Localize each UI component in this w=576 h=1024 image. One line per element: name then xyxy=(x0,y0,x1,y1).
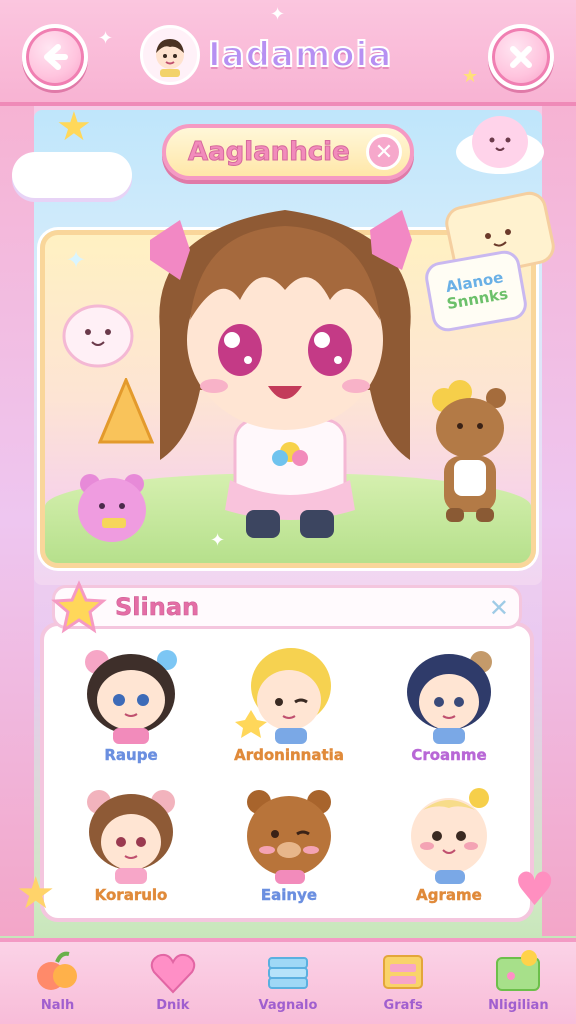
nav-item-nligilian[interactable]: Nligilian xyxy=(468,942,568,1024)
nav-item-dnik[interactable]: Dnik xyxy=(123,942,223,1024)
friend-name: Korarulo xyxy=(94,886,168,904)
friends-title: Slinan xyxy=(115,593,200,622)
cloud-decoration xyxy=(12,152,132,198)
blonde-boy-avatar-icon xyxy=(235,648,331,744)
friend-name: Croanme xyxy=(411,746,487,764)
friends-header: Slinan ✕ xyxy=(51,580,522,634)
friend-card[interactable]: Raupe xyxy=(56,640,206,780)
cloud-mascot-icon xyxy=(456,116,544,174)
nav-item-grafs[interactable]: Grafs xyxy=(353,942,453,1024)
friend-card[interactable]: Agrame xyxy=(374,780,524,920)
character-name: Aaglanhcie xyxy=(188,137,351,168)
fruit-icon xyxy=(36,951,77,990)
ghost-pet-icon xyxy=(62,304,134,368)
friend-card[interactable]: Croanme xyxy=(374,640,524,780)
bottom-nav: Nalh Dnik Vagnalo Grafs Nligilian xyxy=(0,938,576,1024)
friend-name: Eainye xyxy=(260,886,318,904)
nav-label: Grafs xyxy=(383,998,423,1013)
drawer-icon xyxy=(383,955,424,989)
close-button[interactable] xyxy=(488,24,554,90)
stack-icon xyxy=(267,957,308,989)
clear-name-button[interactable]: ✕ xyxy=(366,134,402,170)
left-border xyxy=(0,106,34,936)
sparkle-icon: ✦ xyxy=(210,530,226,551)
star-icon: ★ xyxy=(56,104,92,150)
friend-card[interactable]: Eainye xyxy=(214,780,364,920)
boy-avatar-icon xyxy=(156,39,184,77)
baby-avatar-icon xyxy=(411,788,489,884)
brown-bear-avatar-icon xyxy=(247,790,331,884)
nav-label: Nalh xyxy=(40,998,75,1013)
title-area: Iadamoia xyxy=(140,25,440,85)
character-name-pill[interactable]: Aaglanhcie ✕ xyxy=(162,124,414,180)
friend-name: Ardoninnatia xyxy=(234,746,344,764)
heart-icon xyxy=(150,953,196,994)
nav-label: Dnik xyxy=(156,998,190,1013)
heart-icon: ♥ xyxy=(514,862,556,916)
nav-label: Nligilian xyxy=(488,998,549,1013)
map-icon xyxy=(496,950,541,991)
navy-hair-avatar-icon xyxy=(407,651,492,744)
star-icon: ★ xyxy=(16,868,56,919)
sparkle-icon: ✦ xyxy=(98,28,114,49)
girl-avatar-icon xyxy=(85,650,177,744)
x-icon xyxy=(510,46,532,68)
sparkle-icon: ✦ xyxy=(270,4,286,25)
top-bar: Iadamoia ✦ ✦ ★ xyxy=(0,0,576,106)
nav-item-vagnalo[interactable]: Vagnalo xyxy=(238,942,338,1024)
star-icon: ★ xyxy=(462,66,479,87)
friend-card[interactable]: Ardoninnatia xyxy=(214,640,364,780)
app-title: Iadamoia xyxy=(207,34,393,76)
bear-friend-icon xyxy=(432,380,506,522)
bear-ear-girl-avatar-icon xyxy=(87,790,175,884)
friend-name: Agrame xyxy=(416,886,482,904)
friends-close-icon[interactable]: ✕ xyxy=(489,594,509,622)
back-arrow-icon xyxy=(44,44,68,70)
sparkle-icon: ✦ xyxy=(66,246,87,274)
avatar xyxy=(140,25,200,85)
friend-card[interactable]: Korarulo xyxy=(56,780,206,920)
star-badge-icon xyxy=(51,580,107,634)
nav-label: Vagnalo xyxy=(258,998,318,1013)
back-button[interactable] xyxy=(22,24,88,90)
friend-name: Raupe xyxy=(104,746,158,764)
chibi-girl-character[interactable] xyxy=(140,190,430,550)
nav-item-nalh[interactable]: Nalh xyxy=(8,942,108,1024)
